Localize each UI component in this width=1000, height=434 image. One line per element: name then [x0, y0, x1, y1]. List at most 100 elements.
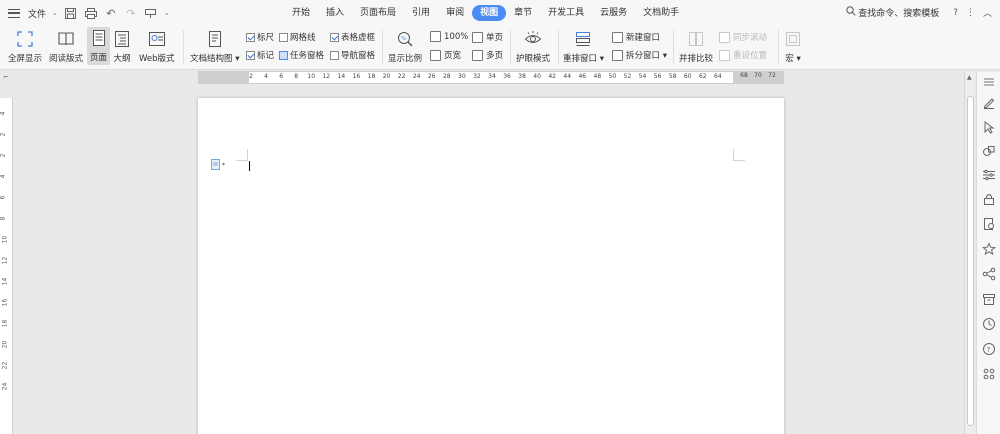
paste-options-icon[interactable]: ▾ — [210, 159, 225, 170]
multi-page-label: 多页 — [486, 51, 504, 61]
tab-developer[interactable]: 开发工具 — [540, 5, 592, 21]
tab-insert[interactable]: 插入 — [318, 5, 352, 21]
select-cursor-icon[interactable] — [982, 120, 996, 134]
doc-structure-button[interactable]: 文档结构图 ▾ — [190, 28, 239, 64]
task-pane-checkbox[interactable] — [279, 50, 288, 60]
macro-button[interactable]: 宏 ▾ — [784, 28, 802, 64]
ruler-checkbox[interactable] — [246, 32, 255, 42]
tab-stop-selector-icon[interactable]: ⌐ — [3, 73, 9, 81]
markup-toggle[interactable]: 标记 — [246, 49, 274, 61]
search-icon[interactable] — [846, 6, 856, 19]
tab-doc-assistant[interactable]: 文档助手 — [635, 5, 687, 21]
page-width-icon — [430, 49, 441, 61]
tab-view[interactable]: 视图 — [472, 5, 507, 21]
adjust-icon[interactable] — [982, 168, 996, 182]
table-gridlines-toggle[interactable]: 表格虚框 — [330, 31, 375, 43]
more-icon[interactable]: ⋮ — [966, 8, 975, 18]
tab-cloud[interactable]: 云服务 — [592, 5, 635, 21]
ruler-number: 22 — [397, 73, 406, 80]
vertical-ruler[interactable]: 4 2 2 4 6 8 10 12 14 16 18 20 22 24 — [0, 98, 13, 434]
help-circle-icon[interactable]: ? — [982, 342, 996, 356]
customize-chevron-icon[interactable]: ⌄ — [164, 9, 170, 17]
markup-checkbox[interactable] — [246, 50, 255, 60]
menu-right: 查找命令、搜索模板 ? ⋮ ︿ — [846, 6, 992, 19]
eye-protect-button[interactable]: 护眼模式 — [516, 28, 550, 64]
zoom-icon: % — [398, 32, 413, 47]
collapse-ribbon-icon[interactable]: ︿ — [983, 6, 992, 19]
file-menu[interactable]: 文件 — [28, 7, 46, 20]
reset-position-button[interactable]: 重设位置 — [719, 49, 767, 61]
ruler-number: 18 — [1, 319, 9, 328]
document-review-icon[interactable] — [982, 217, 996, 231]
history-icon[interactable] — [982, 317, 996, 331]
svg-text:?: ? — [987, 346, 991, 354]
ribbon-divider — [510, 30, 511, 64]
multi-page-button[interactable]: 多页 — [472, 49, 503, 61]
fullscreen-icon — [17, 31, 33, 47]
lock-icon[interactable] — [982, 192, 996, 206]
right-sidebar: ? — [976, 72, 1000, 434]
gridlines-toggle[interactable]: 网格线 — [279, 31, 316, 43]
expand-sidebar-icon[interactable] — [982, 75, 996, 89]
help-icon[interactable]: ? — [953, 8, 958, 18]
hamburger-menu-icon[interactable] — [8, 8, 20, 18]
ruler-number: 4 — [0, 174, 7, 179]
new-window-label: 新建窗口 — [626, 33, 661, 43]
ruler-number: 2 — [249, 73, 253, 80]
side-by-side-button[interactable]: 并排比较 — [679, 28, 713, 64]
zoom-100-button[interactable]: 100% — [430, 31, 468, 42]
scrollbar-thumb[interactable] — [967, 96, 974, 426]
fullscreen-button[interactable]: 全屏显示 — [8, 28, 42, 64]
sync-scroll-button[interactable]: 同步滚动 — [719, 31, 767, 43]
split-window-button[interactable]: 拆分窗口 ▾ — [612, 49, 667, 61]
table-gridlines-checkbox[interactable] — [330, 32, 339, 42]
nav-pane-checkbox[interactable] — [330, 50, 339, 60]
command-search[interactable]: 查找命令、搜索模板 — [858, 6, 939, 19]
format-painter-icon[interactable] — [144, 6, 158, 20]
ruler-number: 68 — [740, 72, 748, 79]
split-window-label: 拆分窗口 ▾ — [626, 51, 667, 61]
share-icon[interactable] — [982, 267, 996, 281]
ruler-number: 20 — [1, 340, 9, 349]
page-layout-button[interactable]: 页面 — [87, 27, 110, 65]
chevron-down-icon[interactable]: ⌄ — [52, 9, 58, 17]
ruler-number: 26 — [427, 73, 436, 80]
star-icon[interactable] — [982, 242, 996, 256]
horizontal-ruler[interactable]: 2 4 6 8 10 12 14 16 18 20 22 24 26 28 30 32 34 36 38 40 42 44… — [198, 71, 784, 84]
side-by-side-icon — [689, 32, 703, 46]
scroll-up-icon[interactable]: ▲ — [967, 74, 972, 81]
ruler-toggle[interactable]: 标尺 — [246, 31, 274, 43]
rearrange-windows-button[interactable]: 重排窗口 ▾ — [563, 28, 604, 64]
pen-icon[interactable] — [982, 95, 996, 109]
zoom-100-icon — [430, 31, 441, 42]
ruler-number: 4 — [264, 73, 268, 80]
save-icon[interactable] — [64, 6, 78, 20]
apps-grid-icon[interactable] — [982, 367, 996, 381]
markup-label: 标记 — [257, 51, 275, 61]
undo-icon[interactable]: ↶ — [104, 6, 118, 20]
ruler-number: 8 — [0, 216, 7, 221]
outline-button[interactable]: 大纲 — [113, 28, 131, 64]
tab-chapter[interactable]: 章节 — [506, 5, 540, 21]
new-window-button[interactable]: 新建窗口 — [612, 31, 660, 43]
ruler-number: 14 — [337, 73, 346, 80]
tab-references[interactable]: 引用 — [404, 5, 438, 21]
tab-review[interactable]: 审阅 — [438, 5, 472, 21]
document-page[interactable]: ▾ — [198, 98, 784, 434]
gridlines-checkbox[interactable] — [279, 32, 288, 42]
page-width-button[interactable]: 页宽 — [430, 49, 461, 61]
ribbon-divider — [558, 30, 559, 64]
reading-layout-button[interactable]: 阅读版式 — [49, 28, 83, 64]
vertical-scrollbar[interactable]: ▲ — [964, 72, 975, 434]
task-pane-toggle[interactable]: 任务窗格 — [279, 49, 324, 61]
print-icon[interactable] — [84, 6, 98, 20]
redo-icon[interactable]: ↷ — [124, 6, 138, 20]
single-page-button[interactable]: 单页 — [472, 31, 503, 43]
tab-page-layout[interactable]: 页面布局 — [352, 5, 404, 21]
tab-home[interactable]: 开始 — [284, 5, 318, 21]
web-layout-button[interactable]: Web版式 — [139, 28, 175, 64]
zoom-button[interactable]: % 显示比例 — [388, 28, 422, 64]
shapes-icon[interactable] — [982, 144, 996, 158]
archive-icon[interactable] — [982, 292, 996, 306]
nav-pane-toggle[interactable]: 导航窗格 — [330, 49, 375, 61]
